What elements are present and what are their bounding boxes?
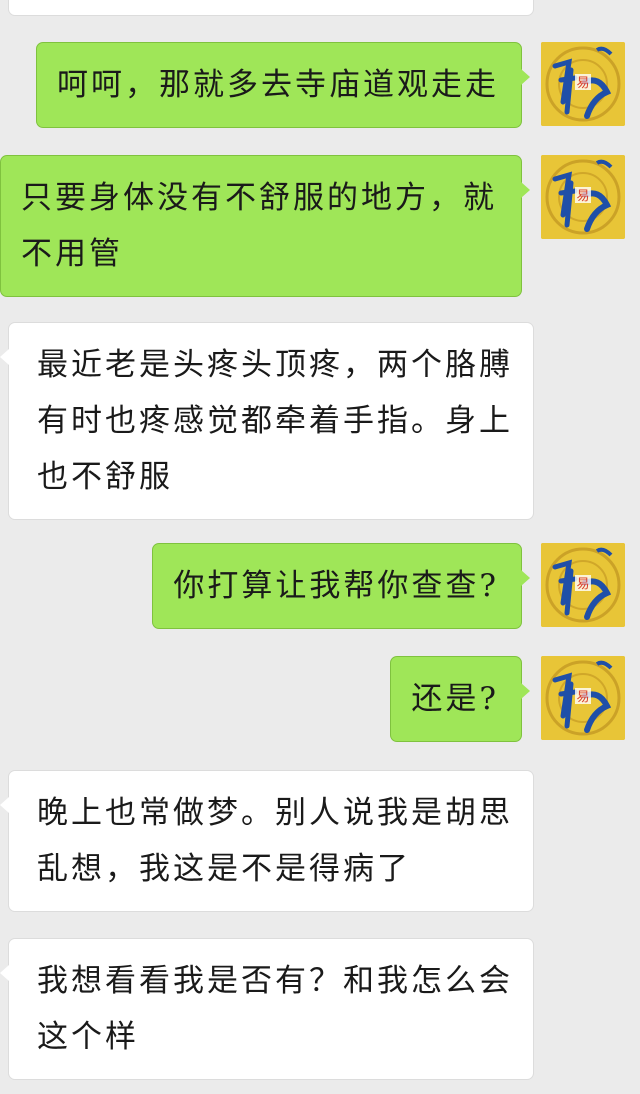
message-text: 你打算让我帮你查查? bbox=[173, 568, 499, 604]
avatar-badge-text: 易 bbox=[576, 76, 589, 91]
message-bubble-sent[interactable]: 你打算让我帮你查查? bbox=[152, 543, 530, 629]
message-bubble-sent[interactable]: 呵呵，那就多去寺庙道观走走 bbox=[36, 42, 530, 128]
fengshui-logo-icon: 易 bbox=[541, 155, 625, 239]
message-bubble-sent[interactable]: 只要身体没有不舒服的地方，就不用管 bbox=[0, 155, 530, 297]
fengshui-logo-icon: 易 bbox=[541, 543, 625, 627]
message-bubble-received[interactable]: 最近老是头疼头顶疼，两个胳膊有时也疼感觉都牵着手指。身上也不舒服 bbox=[0, 322, 534, 520]
message-bubble-received[interactable]: 我想看看我是否有？和我怎么会这个样 bbox=[0, 938, 534, 1080]
message-text: 还是? bbox=[411, 681, 499, 717]
message-bubble-sent[interactable]: 还是? bbox=[390, 656, 530, 742]
message-text: 只要身体没有不舒服的地方，就不用管 bbox=[21, 180, 497, 272]
avatar[interactable]: 易 bbox=[541, 543, 625, 627]
message-text: 晚上也常做梦。别人说我是胡思乱想，我这是不是得病了 bbox=[37, 795, 513, 887]
fengshui-logo-icon: 易 bbox=[541, 656, 625, 740]
avatar[interactable]: 易 bbox=[541, 656, 625, 740]
message-text: 最近老是头疼头顶疼，两个胳膊有时也疼感觉都牵着手指。身上也不舒服 bbox=[37, 347, 513, 495]
avatar[interactable]: 易 bbox=[541, 155, 625, 239]
fengshui-logo-icon: 易 bbox=[541, 42, 625, 126]
avatar-badge-text: 易 bbox=[576, 577, 589, 592]
avatar[interactable]: 易 bbox=[541, 42, 625, 126]
message-bubble-received[interactable]: 晚上也常做梦。别人说我是胡思乱想，我这是不是得病了 bbox=[0, 770, 534, 912]
chat-window[interactable]: 呵呵，那就多去寺庙道观走走 易 只要身体没有不舒服的地方，就不用管 易 最近老是… bbox=[0, 0, 640, 1094]
message-text: 呵呵，那就多去寺庙道观走走 bbox=[57, 67, 499, 103]
previous-message-fragment bbox=[8, 0, 534, 16]
avatar-badge-text: 易 bbox=[576, 189, 589, 204]
message-text: 我想看看我是否有？和我怎么会这个样 bbox=[37, 963, 513, 1055]
avatar-badge-text: 易 bbox=[576, 690, 589, 705]
